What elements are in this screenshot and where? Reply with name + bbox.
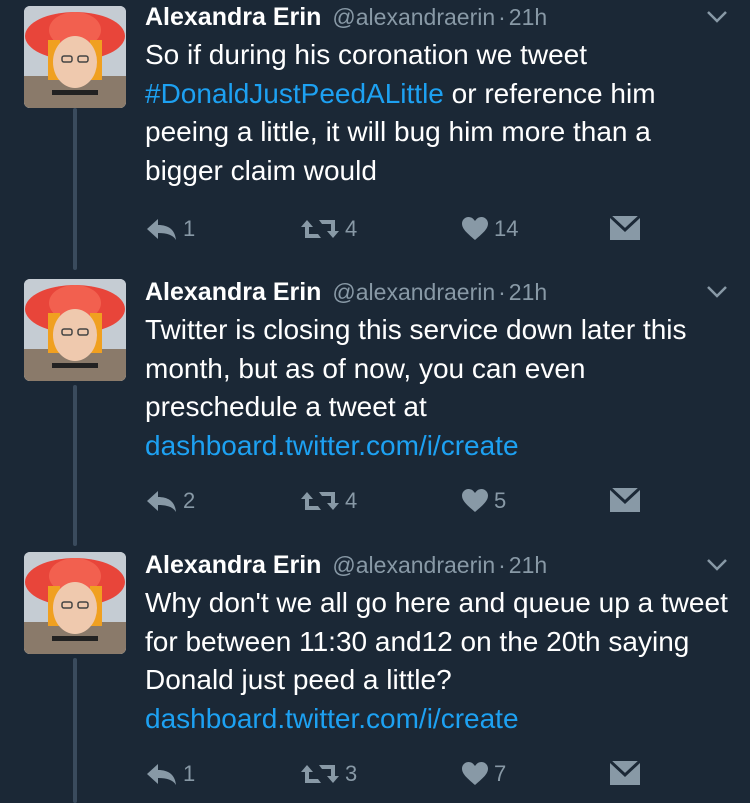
heart-icon xyxy=(462,489,488,512)
tweet-3[interactable]: Alexandra Erin @alexandraerin · 21h Why do… xyxy=(0,548,750,803)
like-count: 14 xyxy=(494,216,519,241)
retweet-count: 3 xyxy=(345,761,358,786)
avatar[interactable] xyxy=(24,279,126,381)
separator: · xyxy=(498,4,506,30)
tweet-link[interactable]: dashboard.twitter.com/i/create xyxy=(145,703,519,734)
timestamp[interactable]: 21h xyxy=(509,279,547,305)
retweet-icon xyxy=(301,765,339,783)
tweet-text: Why don't we all go here and queue up a … xyxy=(145,584,735,738)
avatar-image xyxy=(24,6,126,108)
reply-count: 1 xyxy=(183,761,196,786)
retweet-button[interactable]: 4 xyxy=(301,488,357,514)
envelope-icon xyxy=(610,761,640,785)
separator: · xyxy=(498,279,506,305)
handle[interactable]: @alexandraerin xyxy=(332,552,495,578)
reply-count: 1 xyxy=(183,216,196,241)
heart-icon xyxy=(462,217,488,240)
avatar[interactable] xyxy=(24,552,126,654)
display-name[interactable]: Alexandra Erin xyxy=(145,551,321,579)
direct-message-button[interactable] xyxy=(610,488,640,512)
tweet-header: Alexandra Erin @alexandraerin · 21h xyxy=(145,551,547,580)
direct-message-button[interactable] xyxy=(610,761,640,785)
retweet-count: 4 xyxy=(345,216,358,241)
tweet-text-part: Why don't we all go here and queue up a … xyxy=(145,587,728,695)
retweet-count: 4 xyxy=(345,488,358,513)
like-count: 5 xyxy=(494,488,507,513)
action-bar: 1 4 14 xyxy=(145,216,745,246)
envelope-icon xyxy=(610,216,640,240)
thread-line xyxy=(73,108,77,270)
like-count: 7 xyxy=(494,761,507,786)
separator: · xyxy=(498,552,506,578)
reply-button[interactable]: 2 xyxy=(145,488,195,514)
tweet-link[interactable]: dashboard.twitter.com/i/create xyxy=(145,430,519,461)
reply-icon xyxy=(147,491,176,512)
chevron-down-icon[interactable] xyxy=(706,285,728,299)
reply-icon xyxy=(147,219,176,240)
tweet-header: Alexandra Erin @alexandraerin · 21h xyxy=(145,3,547,32)
retweet-button[interactable]: 3 xyxy=(301,761,357,787)
like-button[interactable]: 14 xyxy=(462,216,518,242)
retweet-icon xyxy=(301,220,339,238)
heart-icon xyxy=(462,762,488,785)
tweet-text-part: So if during his coronation we tweet xyxy=(145,39,588,70)
avatar-image xyxy=(24,552,126,654)
chevron-down-icon[interactable] xyxy=(706,558,728,572)
action-bar: 1 3 7 xyxy=(145,761,745,791)
avatar[interactable] xyxy=(24,6,126,108)
tweet-text: So if during his coronation we tweet #Do… xyxy=(145,36,735,190)
tweet-1[interactable]: Alexandra Erin @alexandraerin · 21h So if … xyxy=(0,0,750,273)
action-bar: 2 4 5 xyxy=(145,488,745,518)
thread-line xyxy=(73,658,77,803)
hashtag-link[interactable]: #DonaldJustPeedALittle xyxy=(145,78,444,109)
envelope-icon xyxy=(610,488,640,512)
handle[interactable]: @alexandraerin xyxy=(332,279,495,305)
tweet-text: Twitter is closing this service down lat… xyxy=(145,311,735,465)
timestamp[interactable]: 21h xyxy=(509,552,547,578)
display-name[interactable]: Alexandra Erin xyxy=(145,3,321,31)
like-button[interactable]: 5 xyxy=(462,488,506,514)
display-name[interactable]: Alexandra Erin xyxy=(145,278,321,306)
thread-line xyxy=(73,385,77,546)
tweet-header: Alexandra Erin @alexandraerin · 21h xyxy=(145,278,547,307)
reply-button[interactable]: 1 xyxy=(145,761,195,787)
reply-icon xyxy=(147,764,176,785)
tweet-text-part: Twitter is closing this service down lat… xyxy=(145,314,687,422)
like-button[interactable]: 7 xyxy=(462,761,506,787)
retweet-button[interactable]: 4 xyxy=(301,216,357,242)
tweet-2[interactable]: Alexandra Erin @alexandraerin · 21h Twitte… xyxy=(0,275,750,546)
avatar-image xyxy=(24,279,126,381)
timestamp[interactable]: 21h xyxy=(509,4,547,30)
retweet-icon xyxy=(301,492,339,510)
handle[interactable]: @alexandraerin xyxy=(332,4,495,30)
chevron-down-icon[interactable] xyxy=(706,10,728,24)
direct-message-button[interactable] xyxy=(610,216,640,240)
reply-button[interactable]: 1 xyxy=(145,216,195,242)
reply-count: 2 xyxy=(183,488,196,513)
